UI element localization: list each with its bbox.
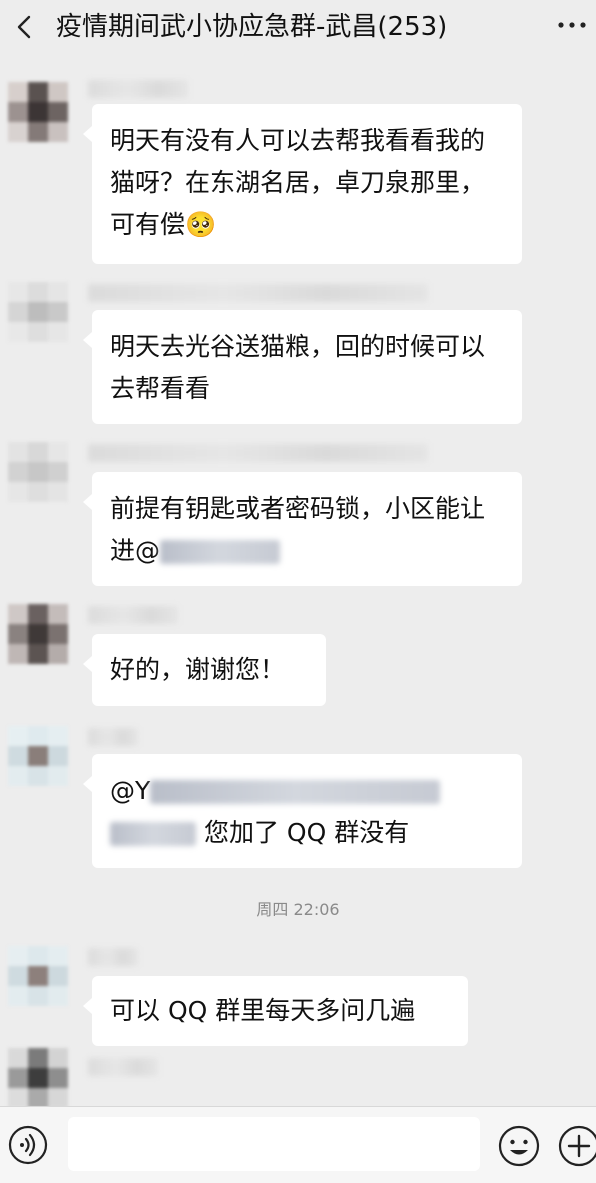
chat-title: 疫情期间武小协应急群-武昌(253) [56,12,448,42]
sender-name [88,444,428,462]
message-bubble[interactable]: @Y 您加了 QQ 群没有 [83,754,522,868]
avatar[interactable] [8,604,70,666]
input-bar [0,1106,596,1183]
plus-icon[interactable] [558,1125,596,1167]
message-text: 可以 QQ 群里每天多问几遍 [110,996,416,1025]
sender-name [88,606,178,624]
message-text: 好的，谢谢您！ [110,655,286,684]
chat-header: 疫情期间武小协应急群-武昌(253) [0,0,596,58]
avatar[interactable] [8,82,70,144]
message-bubble[interactable]: 好的，谢谢您！ [83,634,326,706]
sender-name [88,284,428,302]
sender-name [88,728,138,746]
message-bubble[interactable]: 前提有钥匙或者密码锁，小区能让进@ [83,472,522,586]
message-input[interactable] [68,1117,480,1171]
avatar[interactable] [8,946,70,1008]
message-bubble[interactable]: 可以 QQ 群里每天多问几遍 [83,976,468,1046]
message-text: 明天有没有人可以去帮我看看我的猫呀？在东湖名居，卓刀泉那里，可有偿🥺 [110,126,486,239]
sender-name [88,80,188,98]
message-bubble[interactable]: 明天有没有人可以去帮我看看我的猫呀？在东湖名居，卓刀泉那里，可有偿🥺 [83,104,522,264]
message-bubble[interactable]: 明天去光谷送猫粮，回的时候可以去帮看看 [83,310,522,424]
voice-icon[interactable] [8,1125,48,1165]
back-icon[interactable] [10,12,40,42]
redacted-text [150,780,441,804]
redacted-text [110,822,196,846]
redacted-mention [160,540,281,564]
avatar[interactable] [8,1048,70,1106]
more-icon[interactable] [556,18,588,32]
avatar[interactable] [8,726,70,788]
message-text: 您加了 QQ 群没有 [203,818,410,847]
sender-name [88,1058,158,1076]
sender-name [88,948,138,966]
avatar[interactable] [8,442,70,504]
message-text: @Y [110,776,151,805]
avatar[interactable] [8,282,70,344]
message-text: 明天去光谷送猫粮，回的时候可以去帮看看 [110,332,486,403]
chat-area[interactable]: 明天有没有人可以去帮我看看我的猫呀？在东湖名居，卓刀泉那里，可有偿🥺 明天去光谷… [0,58,596,1106]
emoji-icon[interactable] [498,1125,540,1167]
timestamp: 周四 22:06 [256,900,340,919]
